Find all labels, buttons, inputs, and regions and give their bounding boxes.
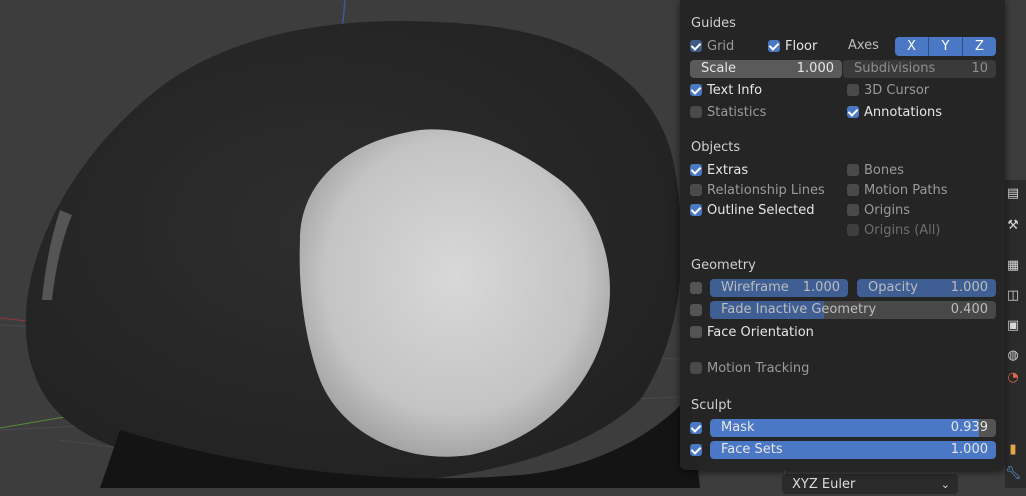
wireframe-field[interactable]: Wireframe 1.000 bbox=[710, 279, 848, 297]
annotations-checkbox[interactable]: Annotations bbox=[847, 103, 942, 121]
mask-value: 0.939 bbox=[950, 420, 988, 435]
subdivisions-label: Subdivisions bbox=[854, 61, 936, 76]
relationship-lines-label: Relationship Lines bbox=[707, 182, 825, 198]
floor-checkbox[interactable]: Floor bbox=[768, 37, 817, 55]
modifier-wrench-icon[interactable]: 🔧︎ bbox=[1003, 464, 1023, 484]
objects-section-title: Objects bbox=[691, 140, 741, 155]
output-icon[interactable]: ▣ bbox=[1003, 316, 1023, 336]
face-sets-field[interactable]: Face Sets 1.000 bbox=[710, 441, 996, 459]
motion-paths-label: Motion Paths bbox=[864, 182, 948, 198]
editor-type-icon[interactable]: ▤ bbox=[1003, 184, 1023, 204]
origins-checkbox[interactable]: Origins bbox=[847, 201, 910, 219]
wireframe-checkbox[interactable] bbox=[690, 279, 707, 297]
origins-label: Origins bbox=[864, 202, 911, 218]
text-info-label: Text Info bbox=[707, 82, 763, 98]
extras-checkbox-box bbox=[690, 164, 702, 176]
opacity-label: Opacity bbox=[868, 280, 919, 295]
motion-tracking-label: Motion Tracking bbox=[707, 360, 810, 376]
fade-inactive-value: 0.400 bbox=[950, 302, 988, 317]
mask-field[interactable]: Mask 0.939 bbox=[710, 419, 996, 437]
fade-inactive-label: Fade Inactive Geometry bbox=[721, 302, 877, 317]
fade-inactive-checkbox-box bbox=[690, 304, 702, 316]
axis-x-toggle[interactable]: X bbox=[895, 37, 929, 56]
3d-cursor-checkbox-box bbox=[847, 84, 859, 96]
bones-checkbox-box bbox=[847, 164, 859, 176]
floor-checkbox-box bbox=[768, 40, 780, 52]
face-sets-checkbox-box bbox=[690, 444, 702, 456]
subdivisions-value: 10 bbox=[971, 61, 988, 76]
grid-checkbox-box bbox=[690, 40, 702, 52]
geometry-section-title: Geometry bbox=[691, 258, 756, 273]
face-orientation-label: Face Orientation bbox=[707, 324, 814, 340]
origins-all-checkbox[interactable]: Origins (All) bbox=[847, 221, 940, 239]
floor-label: Floor bbox=[785, 38, 818, 54]
statistics-checkbox[interactable]: Statistics bbox=[690, 103, 766, 121]
motion-tracking-checkbox[interactable]: Motion Tracking bbox=[690, 359, 809, 377]
wireframe-checkbox-box bbox=[690, 282, 702, 294]
face-orientation-checkbox[interactable]: Face Orientation bbox=[690, 323, 814, 341]
motion-tracking-checkbox-box bbox=[690, 362, 702, 374]
extras-label: Extras bbox=[707, 162, 749, 178]
render-icon[interactable]: ◫ bbox=[1003, 286, 1023, 306]
rotation-mode-dropdown[interactable]: XYZ Euler ⌄ bbox=[782, 474, 958, 494]
origins-checkbox-box bbox=[847, 204, 859, 216]
viewport-overlays-popover: Guides Grid Floor Axes X Y Z Scale 1.000… bbox=[680, 0, 1005, 470]
opacity-field[interactable]: Opacity 1.000 bbox=[857, 279, 996, 297]
view-layer-icon[interactable]: ◍ bbox=[1003, 346, 1023, 366]
bones-checkbox[interactable]: Bones bbox=[847, 161, 904, 179]
extras-checkbox[interactable]: Extras bbox=[690, 161, 748, 179]
motion-paths-checkbox-box bbox=[847, 184, 859, 196]
face-sets-label: Face Sets bbox=[721, 442, 783, 457]
fade-inactive-checkbox[interactable] bbox=[690, 301, 707, 319]
wireframe-value: 1.000 bbox=[802, 280, 840, 295]
face-sets-checkbox[interactable] bbox=[690, 441, 707, 459]
origins-all-checkbox-box bbox=[847, 224, 859, 236]
grid-checkbox[interactable]: Grid bbox=[690, 37, 734, 55]
mask-checkbox-box bbox=[690, 422, 702, 434]
axes-label: Axes bbox=[848, 38, 879, 53]
mask-checkbox[interactable] bbox=[690, 419, 707, 437]
statistics-label: Statistics bbox=[707, 104, 767, 120]
text-info-checkbox-box bbox=[690, 84, 702, 96]
relationship-lines-checkbox-box bbox=[690, 184, 702, 196]
sculpt-section-title: Sculpt bbox=[691, 398, 732, 413]
outline-selected-label: Outline Selected bbox=[707, 202, 815, 218]
object-icon[interactable]: ▮ bbox=[1003, 440, 1023, 460]
axes-toggle-group: X Y Z bbox=[895, 37, 996, 56]
fade-inactive-field[interactable]: Fade Inactive Geometry 0.400 bbox=[710, 301, 996, 319]
scale-value: 1.000 bbox=[796, 61, 834, 76]
axis-y-toggle[interactable]: Y bbox=[929, 37, 963, 56]
statistics-checkbox-box bbox=[690, 106, 702, 118]
origins-all-label: Origins (All) bbox=[864, 222, 941, 238]
mask-label: Mask bbox=[721, 420, 755, 435]
wireframe-label: Wireframe bbox=[721, 280, 789, 295]
scale-field[interactable]: Scale 1.000 bbox=[690, 60, 842, 78]
world-icon[interactable]: ◔ bbox=[1003, 368, 1023, 388]
axis-z-toggle[interactable]: Z bbox=[963, 37, 996, 56]
outline-selected-checkbox-box bbox=[690, 204, 702, 216]
relationship-lines-checkbox[interactable]: Relationship Lines bbox=[690, 181, 825, 199]
3d-cursor-checkbox[interactable]: 3D Cursor bbox=[847, 81, 929, 99]
motion-paths-checkbox[interactable]: Motion Paths bbox=[847, 181, 948, 199]
subdivisions-field[interactable]: Subdivisions 10 bbox=[843, 60, 996, 78]
outline-selected-checkbox[interactable]: Outline Selected bbox=[690, 201, 815, 219]
wrench-tool-icon[interactable]: ⚒ bbox=[1003, 216, 1023, 236]
annotations-label: Annotations bbox=[864, 104, 943, 120]
annotations-checkbox-box bbox=[847, 106, 859, 118]
3d-cursor-label: 3D Cursor bbox=[864, 82, 930, 98]
scene-icon[interactable]: ▦ bbox=[1003, 256, 1023, 276]
rotation-mode-value: XYZ Euler bbox=[792, 477, 856, 492]
scale-label: Scale bbox=[701, 61, 736, 76]
chevron-down-icon: ⌄ bbox=[940, 478, 950, 491]
opacity-value: 1.000 bbox=[950, 280, 988, 295]
grid-label: Grid bbox=[707, 38, 735, 54]
face-orientation-checkbox-box bbox=[690, 326, 702, 338]
face-sets-value: 1.000 bbox=[950, 442, 988, 457]
guides-section-title: Guides bbox=[691, 16, 736, 31]
bones-label: Bones bbox=[864, 162, 904, 178]
text-info-checkbox[interactable]: Text Info bbox=[690, 81, 762, 99]
